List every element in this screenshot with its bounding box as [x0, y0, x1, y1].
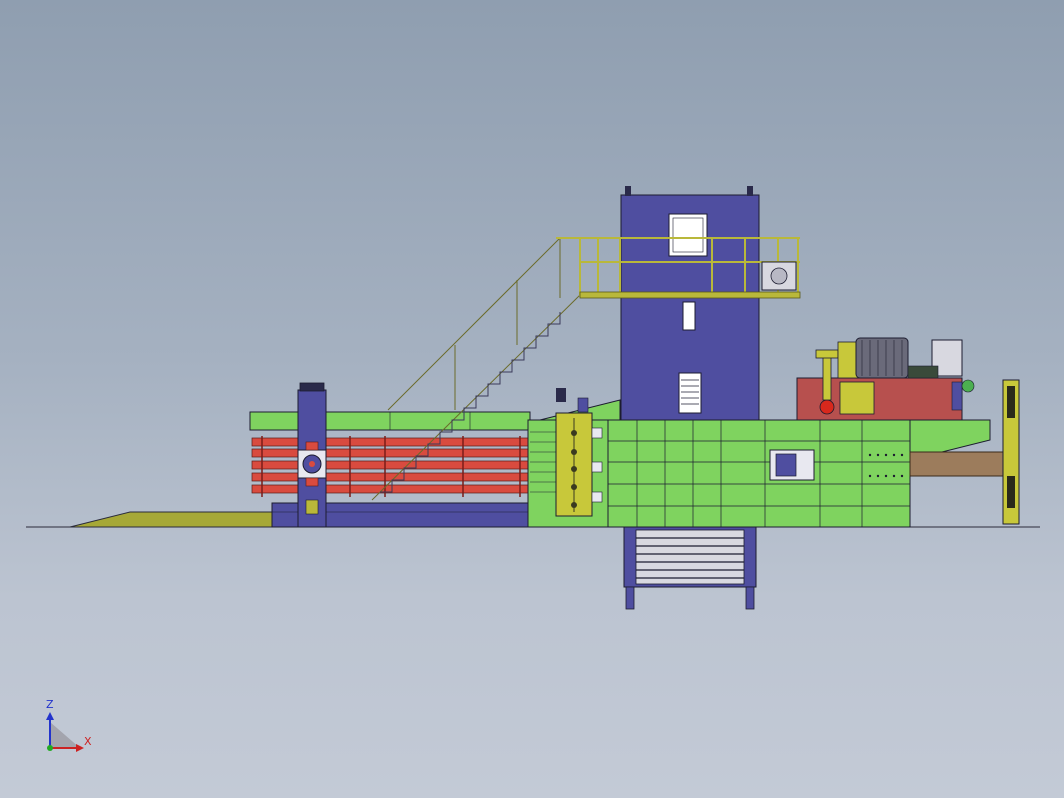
baler-machine-drawing	[26, 186, 1040, 752]
x-axis-label: X	[84, 735, 92, 748]
left-tension-post	[297, 382, 327, 528]
platform-motor	[761, 261, 797, 291]
z-axis-label: Z	[46, 698, 54, 711]
main-ram-cylinder	[909, 451, 1007, 477]
rear-end-frame	[1002, 379, 1020, 525]
press-box-top-rail	[249, 411, 531, 431]
tension-cylinders	[251, 436, 529, 497]
side-inspection-door	[769, 449, 815, 481]
pump-motor	[837, 337, 963, 379]
feed-hopper-tower	[620, 186, 760, 421]
feed-ramp	[69, 511, 276, 528]
bale-discharge-chute	[623, 526, 757, 610]
cad-viewport[interactable]: Z X	[0, 0, 1064, 798]
coordinate-triad	[46, 712, 84, 752]
